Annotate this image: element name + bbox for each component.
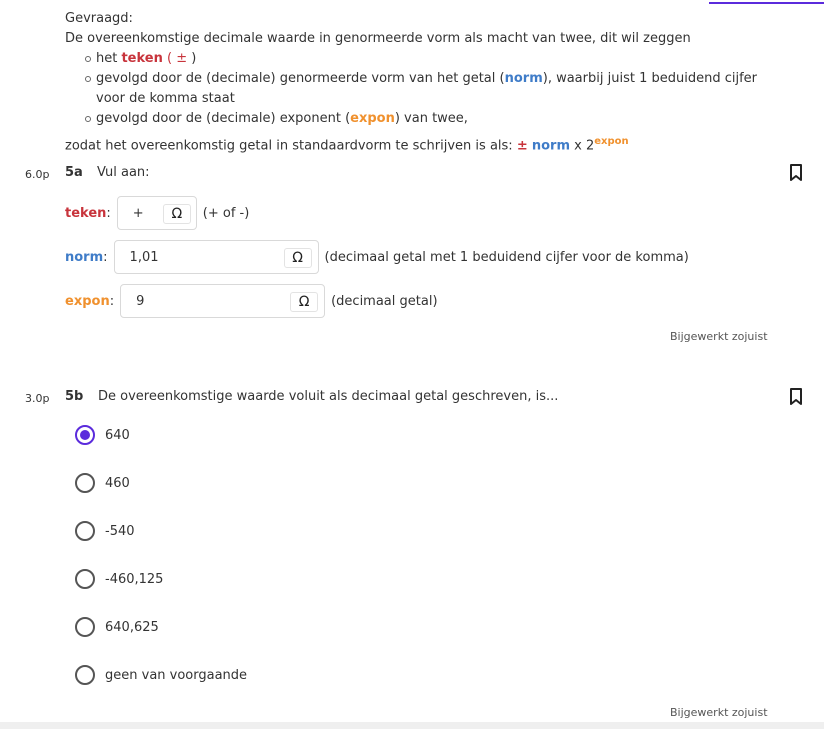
- option-label: 460: [105, 475, 130, 491]
- teken-input[interactable]: + Ω: [116, 196, 197, 230]
- intro-list: het teken ( ± ) gevolgd door de (decimal…: [85, 49, 765, 129]
- teken-value: +: [132, 205, 144, 221]
- question-points: 6.0p: [25, 168, 50, 181]
- formula-text: zodat het overeenkomstig getal in standa…: [65, 138, 517, 154]
- top-accent-bar: [709, 2, 824, 4]
- answer-option[interactable]: 640: [75, 424, 130, 446]
- norm-hint: (decimaal getal met 1 beduidend cijfer v…: [324, 249, 689, 265]
- intro-bullet-expon: gevolgd door de (decimale) exponent (exp…: [85, 109, 765, 129]
- formula-norm: norm: [531, 138, 571, 154]
- option-label: geen van voorgaande: [105, 667, 248, 683]
- expon-value: 9: [136, 293, 145, 309]
- special-chars-button[interactable]: Ω: [283, 248, 312, 268]
- question-text: Vul aan:: [97, 165, 150, 180]
- norm-term: norm: [504, 71, 543, 86]
- expon-row: expon: 9 Ω (decimaal getal): [65, 284, 438, 318]
- formula-sign: ±: [516, 138, 528, 154]
- intro-line: De overeenkomstige decimale waarde in ge…: [65, 31, 691, 46]
- question-number: 5a: [65, 165, 83, 180]
- bookmark-icon[interactable]: [789, 388, 803, 406]
- radio-button[interactable]: [75, 569, 95, 589]
- label-colon: :: [109, 293, 115, 309]
- special-chars-button[interactable]: Ω: [162, 204, 191, 224]
- norm-value: 1,01: [129, 249, 159, 265]
- bullet-paren-open: (: [162, 51, 177, 66]
- norm-input[interactable]: 1,01 Ω: [113, 240, 319, 274]
- label-colon: :: [106, 205, 111, 221]
- intro-formula: zodat het overeenkomstig getal in standa…: [65, 132, 765, 156]
- expon-term: expon: [350, 111, 395, 126]
- question-intro: Gevraagd: De overeenkomstige decimale wa…: [65, 9, 765, 156]
- expon-input[interactable]: 9 Ω: [120, 284, 326, 318]
- option-label: -540: [105, 523, 135, 539]
- teken-label: teken:: [65, 206, 111, 221]
- norm-label: norm:: [65, 250, 108, 265]
- radio-button[interactable]: [75, 521, 95, 541]
- radio-button[interactable]: [75, 617, 95, 637]
- teken-term: teken: [121, 51, 163, 66]
- sign-symbol: ±: [176, 51, 188, 66]
- bullet-paren-close: ): [187, 51, 197, 66]
- expon-label-text: expon: [65, 293, 110, 309]
- bullet-text: ) van twee,: [394, 111, 468, 126]
- answer-option[interactable]: 640,625: [75, 616, 159, 638]
- bullet-text: het: [96, 51, 122, 66]
- teken-row: teken: + Ω (+ of -): [65, 196, 249, 230]
- question-number: 5b: [65, 389, 84, 404]
- bookmark-icon[interactable]: [789, 164, 803, 182]
- teken-label-text: teken: [65, 205, 107, 221]
- answer-option[interactable]: 460: [75, 472, 130, 494]
- special-chars-button[interactable]: Ω: [290, 292, 319, 312]
- label-colon: :: [103, 249, 108, 265]
- norm-label-text: norm: [65, 249, 104, 265]
- formula-mid: x 2: [570, 138, 595, 154]
- expon-label: expon:: [65, 294, 114, 309]
- teken-hint: (+ of -): [202, 205, 250, 221]
- question-text: De overeenkomstige waarde voluit als dec…: [98, 389, 559, 404]
- question-points: 3.0p: [25, 392, 50, 405]
- answer-option[interactable]: -460,125: [75, 568, 163, 590]
- intro-heading: Gevraagd:: [65, 11, 133, 26]
- intro-bullet-norm: gevolgd door de (decimale) genormeerde v…: [85, 69, 765, 109]
- updated-status: Bijgewerkt zojuist: [670, 330, 768, 343]
- radio-button[interactable]: [75, 665, 95, 685]
- answer-option[interactable]: -540: [75, 520, 135, 542]
- updated-status: Bijgewerkt zojuist: [670, 706, 768, 719]
- option-label: 640,625: [105, 619, 159, 635]
- norm-row: norm: 1,01 Ω (decimaal getal met 1 bedui…: [65, 240, 689, 274]
- formula-exponent: expon: [594, 136, 629, 147]
- option-label: -460,125: [105, 571, 164, 587]
- bullet-text: gevolgd door de (decimale) genormeerde v…: [96, 71, 505, 86]
- bottom-divider: [0, 722, 824, 729]
- radio-button[interactable]: [75, 425, 95, 445]
- bullet-text: gevolgd door de (decimale) exponent (: [96, 111, 351, 126]
- radio-button[interactable]: [75, 473, 95, 493]
- intro-bullet-teken: het teken ( ± ): [85, 49, 765, 69]
- expon-hint: (decimaal getal): [331, 293, 438, 309]
- answer-option[interactable]: geen van voorgaande: [75, 664, 247, 686]
- option-label: 640: [105, 427, 130, 443]
